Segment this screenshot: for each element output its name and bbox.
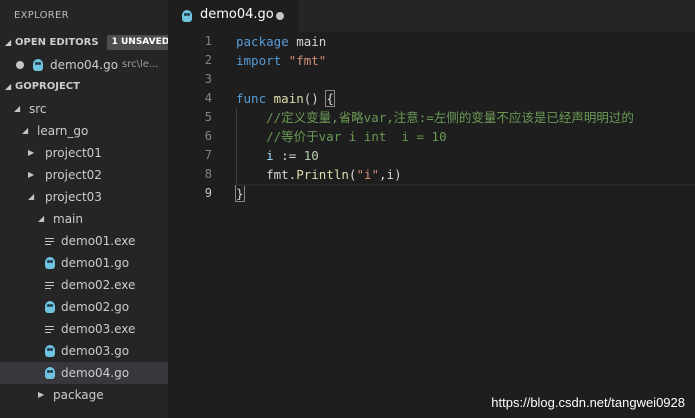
tree-item-label: src (29, 102, 47, 116)
line-number: 6 (204, 129, 212, 143)
line-number: 7 (204, 148, 212, 162)
go-file-icon (33, 59, 43, 71)
go-file-icon (182, 10, 192, 22)
line-number: 2 (204, 53, 212, 67)
line-number-active: 9 (204, 186, 212, 200)
line-number: 1 (204, 34, 212, 48)
tree-item-label: demo02.go (61, 300, 130, 314)
code-line-8: fmt.Println("i",i) (236, 165, 695, 184)
chevron-down-icon: ◢ (5, 82, 12, 91)
go-file-icon (45, 367, 55, 379)
line-number: 8 (204, 167, 212, 181)
chevron-down-icon: ◢ (14, 104, 21, 113)
tree-item-package[interactable]: ▶ package (0, 384, 168, 406)
go-file-icon (45, 257, 55, 269)
tree-item-demo02-go[interactable]: demo02.go (0, 296, 168, 318)
open-editor-path: src\le... (122, 59, 159, 70)
file-lines-icon (45, 237, 54, 247)
line-number-gutter: 1 2 3 4 5 6 7 8 9 (168, 32, 212, 203)
code-line-1: package main (236, 34, 327, 49)
chevron-right-icon: ▶ (38, 390, 45, 399)
unsaved-badge: 1 UNSAVED (106, 35, 168, 50)
code-line-6: //等价于var i int i = 10 (236, 127, 695, 146)
tree-item-main[interactable]: ◢ main (0, 208, 168, 230)
watermark-url: https://blog.csdn.net/tangwei0928 (491, 395, 685, 410)
tree-item-demo04-go[interactable]: demo04.go (0, 362, 168, 384)
tree-item-demo02-exe[interactable]: demo02.exe (0, 274, 168, 296)
tree-item-label: demo04.go (61, 366, 130, 380)
chevron-right-icon: ▶ (28, 170, 35, 179)
tab-demo04-go[interactable]: demo04.go (168, 0, 298, 32)
code-line-9: } (235, 184, 695, 203)
go-file-icon (45, 345, 55, 357)
tree-item-demo03-exe[interactable]: demo03.exe (0, 318, 168, 340)
tree-item-project01[interactable]: ▶ project01 (0, 142, 168, 164)
unsaved-dot-icon[interactable] (276, 12, 284, 20)
code-line-2: import "fmt" (236, 53, 327, 68)
code-area[interactable]: package main import "fmt" func main() { … (235, 32, 695, 203)
code-line-5: //定义变量,省略var,注意:=左侧的变量不应该是已经声明明过的 (236, 108, 695, 127)
go-file-icon (45, 301, 55, 313)
tree-item-label: project02 (45, 168, 102, 182)
open-editor-item[interactable]: demo04.go src\le... (0, 54, 168, 76)
code-editor[interactable]: 1 2 3 4 5 6 7 8 9 package main import "f… (168, 32, 695, 418)
line-number: 3 (204, 72, 212, 86)
tree-item-project03[interactable]: ◢ project03 (0, 186, 168, 208)
file-lines-icon (45, 325, 54, 335)
open-editors-label: OPEN EDITORS (15, 37, 99, 48)
tree-item-demo03-go[interactable]: demo03.go (0, 340, 168, 362)
chevron-down-icon: ◢ (38, 214, 45, 223)
tree-item-label: project03 (45, 190, 102, 204)
open-editors-header[interactable]: ◢ OPEN EDITORS 1 UNSAVED (0, 32, 168, 54)
tree-item-label: package (53, 388, 104, 402)
file-tree: ◢ src ◢ learn_go ▶ project01 ▶ project02 ◢ projec… (0, 98, 168, 406)
code-line-7: i := 10 (236, 146, 695, 165)
line-number: 5 (204, 110, 212, 124)
tree-item-demo01-exe[interactable]: demo01.exe (0, 230, 168, 252)
tree-item-label: main (53, 212, 83, 226)
tab-label: demo04.go (200, 7, 274, 22)
open-editor-name: demo04.go (50, 58, 119, 72)
chevron-down-icon: ◢ (5, 38, 12, 47)
tree-item-label: demo01.exe (61, 234, 136, 248)
tree-item-label: demo03.exe (61, 322, 136, 336)
chevron-right-icon: ▶ (28, 148, 35, 157)
file-lines-icon (45, 281, 54, 291)
tab-bar: demo04.go (168, 0, 695, 32)
tree-item-project02[interactable]: ▶ project02 (0, 164, 168, 186)
unsaved-dot-icon (16, 61, 24, 69)
tree-item-label: demo02.exe (61, 278, 136, 292)
code-line-4: func main() { (236, 90, 335, 107)
tree-item-label: project01 (45, 146, 102, 160)
goproject-label: GOPROJECT (15, 81, 80, 92)
tree-item-label: learn_go (37, 124, 89, 138)
line-number: 4 (204, 91, 212, 105)
tree-item-demo01-go[interactable]: demo01.go (0, 252, 168, 274)
goproject-header[interactable]: ◢ GOPROJECT (0, 76, 168, 98)
chevron-down-icon: ◢ (28, 192, 35, 201)
tree-item-label: demo01.go (61, 256, 130, 270)
tree-item-learn-go[interactable]: ◢ learn_go (0, 120, 168, 142)
explorer-sidebar: EXPLORER ◢ OPEN EDITORS 1 UNSAVED demo04.… (0, 0, 168, 418)
tree-item-src[interactable]: ◢ src (0, 98, 168, 120)
explorer-title: EXPLORER (14, 10, 69, 21)
chevron-down-icon: ◢ (22, 126, 29, 135)
tree-item-label: demo03.go (61, 344, 130, 358)
